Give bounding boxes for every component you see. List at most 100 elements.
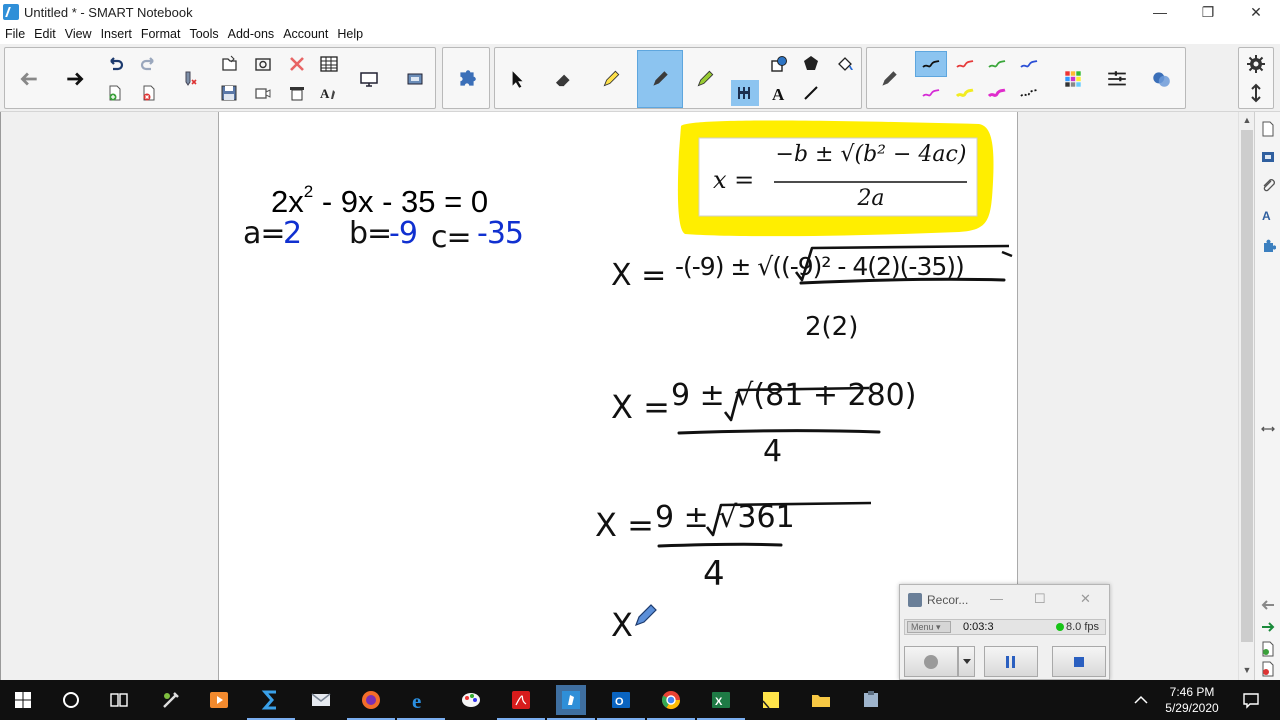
sticky-notes-icon[interactable] bbox=[756, 685, 786, 715]
system-clock[interactable]: 7:46 PM 5/29/2020 bbox=[1152, 684, 1232, 716]
close-button[interactable]: ✕ bbox=[1232, 0, 1280, 24]
edge-icon[interactable]: e bbox=[397, 685, 445, 720]
magic-pen-icon[interactable] bbox=[685, 50, 725, 108]
select-icon[interactable] bbox=[497, 50, 537, 108]
pen-style-magenta-swatch[interactable] bbox=[915, 80, 947, 106]
add-ons-tab-icon[interactable] bbox=[1258, 236, 1278, 258]
move-toolbar-icon[interactable] bbox=[1242, 80, 1270, 106]
next-page-icon[interactable] bbox=[1258, 616, 1278, 638]
menu-file[interactable]: File bbox=[1, 27, 29, 41]
pen-style-red-swatch[interactable] bbox=[949, 51, 981, 77]
acrobat-icon[interactable] bbox=[497, 685, 545, 720]
paint-icon[interactable] bbox=[456, 685, 486, 715]
previous-page-icon[interactable] bbox=[1258, 594, 1278, 616]
mail-icon[interactable] bbox=[306, 685, 336, 715]
recorder-close-button[interactable]: ✕ bbox=[1080, 591, 1091, 607]
excel-icon[interactable]: X bbox=[697, 685, 745, 720]
recorder-window[interactable]: Recor... — ☐ ✕ Menu ▾ 0:03:3 8.0 fps bbox=[899, 584, 1110, 680]
chrome-icon[interactable] bbox=[647, 685, 695, 720]
redo-icon[interactable] bbox=[135, 51, 163, 77]
notebook-page[interactable]: 2x2 - 9x - 35 = 0 a= 2 b= -9 c= -35 x = … bbox=[218, 112, 1018, 680]
color-palette-icon[interactable] bbox=[1053, 50, 1093, 108]
clear-ink-icon[interactable] bbox=[175, 66, 203, 92]
polygon-icon[interactable] bbox=[797, 51, 825, 77]
settings-icon[interactable] bbox=[1242, 51, 1270, 77]
file-explorer-icon[interactable] bbox=[806, 685, 836, 715]
scroll-thumb[interactable] bbox=[1241, 130, 1253, 642]
line-style-icon[interactable] bbox=[1097, 50, 1137, 108]
pen-style-black-swatch[interactable] bbox=[915, 51, 947, 77]
menu-add-ons[interactable]: Add-ons bbox=[224, 27, 279, 41]
gallery-icon[interactable] bbox=[1258, 146, 1278, 168]
task-view-icon[interactable] bbox=[104, 685, 134, 715]
side-delete-page-icon[interactable] bbox=[1258, 658, 1278, 680]
recorder-maximize-button[interactable]: ☐ bbox=[1034, 591, 1046, 607]
forward-arrow-icon[interactable] bbox=[55, 50, 95, 108]
add-ons-icon[interactable] bbox=[447, 50, 487, 108]
screen-shade-icon[interactable] bbox=[283, 80, 311, 106]
highlighter-icon[interactable] bbox=[591, 50, 631, 108]
video-player-icon[interactable] bbox=[204, 685, 234, 715]
vertical-scrollbar[interactable]: ▲ ▼ bbox=[1238, 112, 1254, 680]
menu-insert[interactable]: Insert bbox=[97, 27, 136, 41]
delete-page-icon[interactable] bbox=[135, 80, 163, 106]
menu-format[interactable]: Format bbox=[137, 27, 185, 41]
sigma-icon[interactable] bbox=[247, 685, 295, 720]
pen-icon[interactable] bbox=[637, 50, 683, 108]
menu-account[interactable]: Account bbox=[279, 27, 332, 41]
video-icon[interactable] bbox=[249, 80, 277, 106]
save-icon[interactable] bbox=[215, 80, 243, 106]
pen-cursor-icon bbox=[634, 604, 657, 627]
smart-notebook-taskbar-icon[interactable] bbox=[547, 685, 595, 720]
outlook-icon[interactable]: O bbox=[597, 685, 645, 720]
eraser-icon[interactable] bbox=[543, 50, 583, 108]
resize-handle-icon[interactable] bbox=[1258, 418, 1278, 440]
handwriting-to-text-icon[interactable]: A bbox=[315, 80, 343, 106]
scroll-down-icon[interactable]: ▼ bbox=[1239, 662, 1255, 678]
text-icon[interactable]: A bbox=[765, 80, 793, 106]
menu-help[interactable]: Help bbox=[333, 27, 367, 41]
line-icon[interactable] bbox=[797, 80, 825, 106]
firefox-icon[interactable] bbox=[347, 685, 395, 720]
attachments-icon[interactable] bbox=[1258, 174, 1278, 196]
screen-capture-tool-icon[interactable] bbox=[401, 66, 429, 92]
recorder-menu-button[interactable]: Menu ▾ bbox=[907, 621, 951, 633]
pause-button[interactable] bbox=[984, 646, 1038, 677]
menu-edit[interactable]: Edit bbox=[30, 27, 60, 41]
cortana-icon[interactable] bbox=[56, 685, 86, 715]
minimize-button[interactable]: — bbox=[1136, 0, 1184, 24]
menu-view[interactable]: View bbox=[61, 27, 96, 41]
app-icon[interactable] bbox=[856, 685, 886, 715]
record-dropdown-button[interactable] bbox=[958, 646, 975, 677]
shapes-icon[interactable] bbox=[765, 51, 793, 77]
record-button[interactable] bbox=[904, 646, 958, 677]
pen-style-blue-swatch[interactable] bbox=[1013, 51, 1045, 77]
scroll-up-icon[interactable]: ▲ bbox=[1239, 112, 1255, 128]
pen-style-pink-swatch[interactable] bbox=[981, 80, 1013, 106]
fill-icon[interactable] bbox=[831, 51, 859, 77]
add-page-icon[interactable] bbox=[101, 80, 129, 106]
undo-icon[interactable] bbox=[101, 51, 129, 77]
menu-tools[interactable]: Tools bbox=[185, 27, 222, 41]
stop-button[interactable] bbox=[1052, 646, 1106, 677]
back-arrow-icon[interactable] bbox=[9, 50, 49, 108]
recorder-minimize-button[interactable]: — bbox=[990, 591, 1003, 606]
measure-icon[interactable] bbox=[731, 80, 759, 106]
open-file-icon[interactable] bbox=[215, 51, 243, 77]
notifications-icon[interactable] bbox=[1236, 685, 1266, 715]
display-icon[interactable] bbox=[355, 66, 383, 92]
windows-start-icon[interactable] bbox=[8, 685, 38, 715]
pen-style-yellow-swatch[interactable] bbox=[949, 80, 981, 106]
properties-icon[interactable]: A bbox=[1258, 204, 1278, 226]
pen-style-green-swatch[interactable] bbox=[981, 51, 1013, 77]
tool-icon[interactable] bbox=[156, 685, 186, 715]
screen-capture-icon[interactable] bbox=[249, 51, 277, 77]
side-add-page-icon[interactable] bbox=[1258, 638, 1278, 660]
page-sorter-icon[interactable] bbox=[1258, 118, 1278, 140]
restore-button[interactable]: ❐ bbox=[1184, 0, 1232, 24]
table-icon[interactable] bbox=[315, 51, 343, 77]
properties-pen-icon[interactable] bbox=[869, 50, 909, 108]
more-icon[interactable] bbox=[1141, 50, 1181, 108]
delete-icon[interactable] bbox=[283, 51, 311, 77]
pen-style-dashed-swatch[interactable] bbox=[1013, 80, 1045, 106]
